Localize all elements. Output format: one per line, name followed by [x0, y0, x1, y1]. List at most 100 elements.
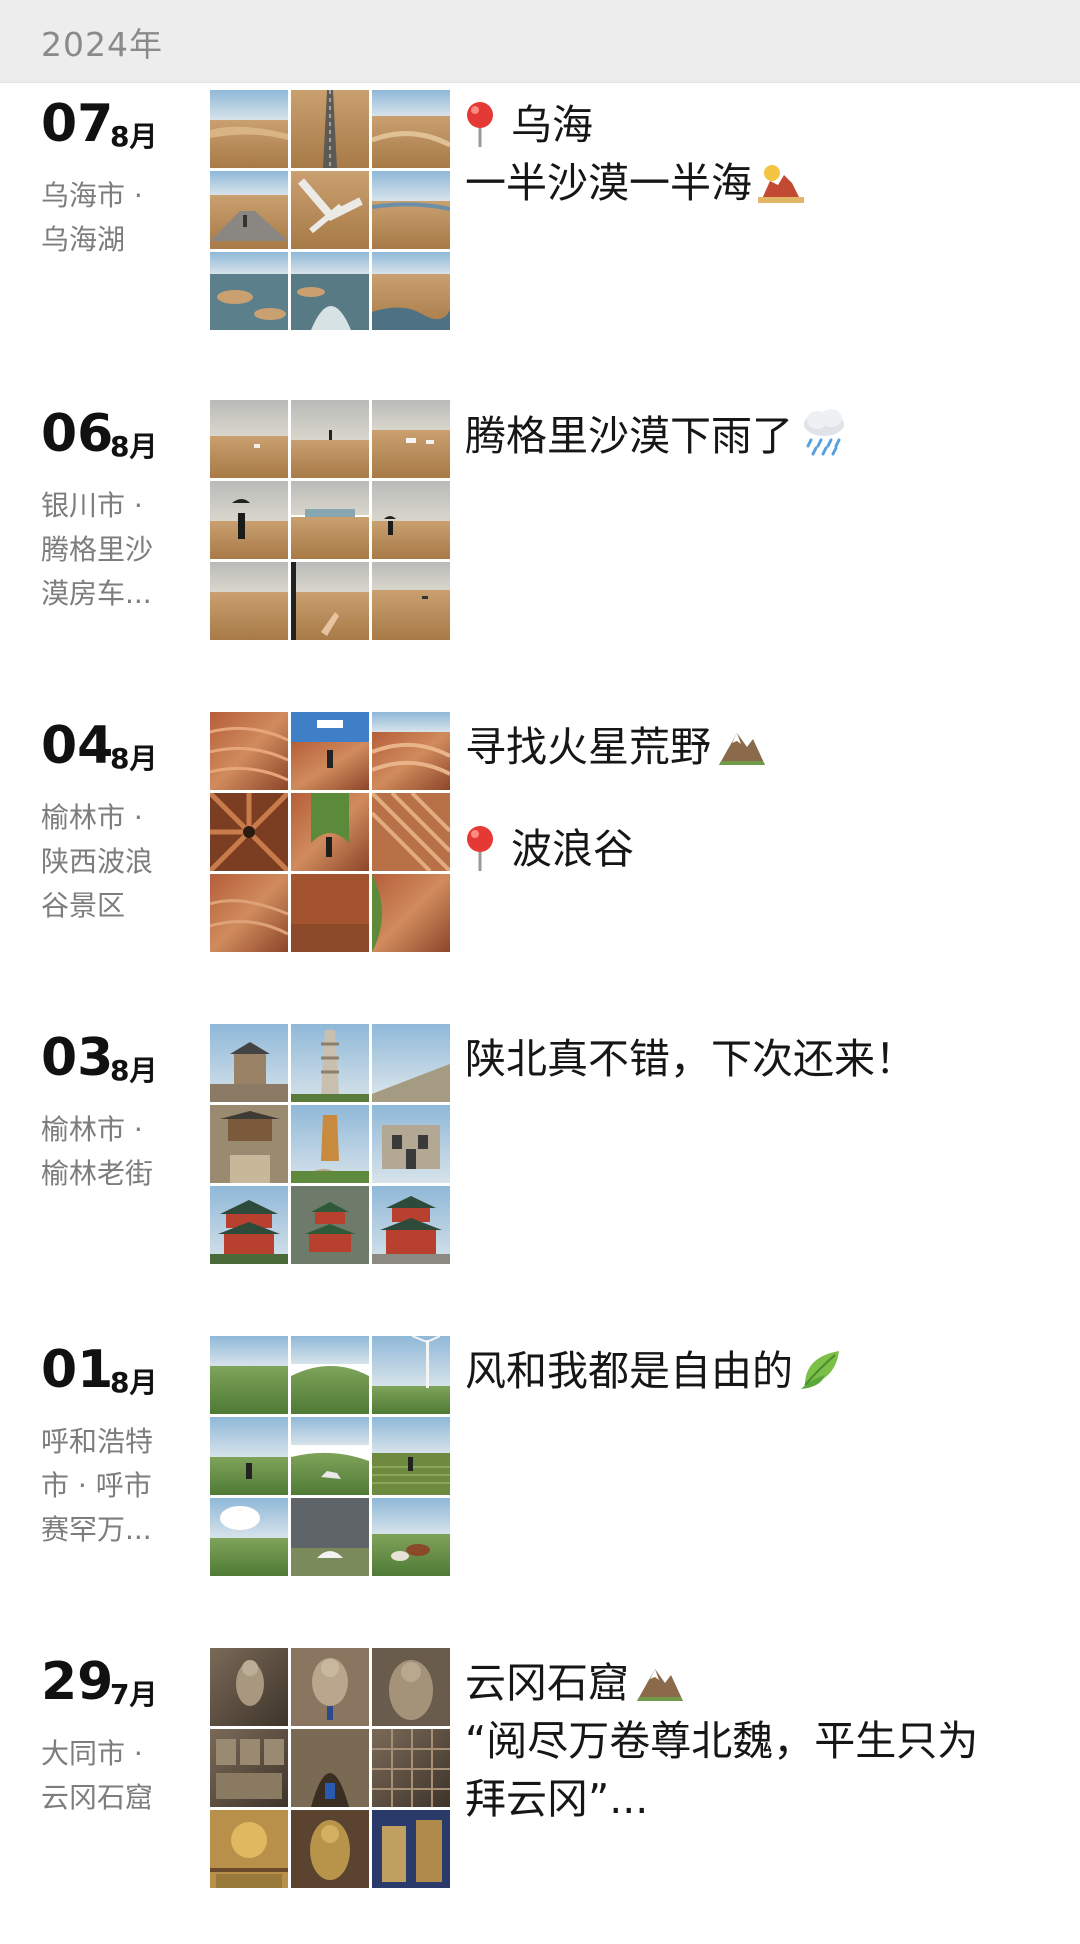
entry-caption: 云冈石窟 “阅尽万卷尊北魏，平生只为 拜云冈”...	[465, 1654, 1045, 1828]
photo-thumbnail[interactable]	[291, 252, 369, 330]
photo-thumbnail[interactable]	[210, 1810, 288, 1888]
photo-thumbnail[interactable]	[210, 252, 288, 330]
entry-day: 07	[41, 94, 114, 154]
photo-thumbnail[interactable]	[372, 793, 450, 871]
caption-quote-line-2: 拜云冈”...	[465, 1775, 649, 1823]
photo-thumbnail[interactable]	[372, 1186, 450, 1264]
photo-thumbnail[interactable]	[372, 1648, 450, 1726]
year-label: 2024年	[41, 25, 163, 64]
photo-thumbnail[interactable]	[291, 90, 369, 168]
entry-day: 04	[41, 716, 114, 776]
photo-thumbnail[interactable]	[291, 171, 369, 249]
map-pin-icon	[467, 826, 493, 871]
moment-entry[interactable]: 06 8月 银川市 · 腾格里沙漠房车... 腾格里沙漠下雨了	[0, 400, 1080, 696]
photo-thumbnail[interactable]	[210, 481, 288, 559]
photo-thumbnail[interactable]	[291, 1417, 369, 1495]
photo-thumbnail[interactable]	[210, 793, 288, 871]
photo-thumbnail[interactable]	[210, 562, 288, 640]
rain-cloud-icon	[804, 409, 844, 456]
photo-grid[interactable]	[210, 1648, 450, 1888]
photo-thumbnail[interactable]	[291, 1186, 369, 1264]
photo-grid[interactable]	[210, 90, 450, 330]
moment-entry[interactable]: 29 7月 大同市 · 云冈石窟 云冈石窟 “阅尽万卷尊北魏，平生只为 拜云冈”…	[0, 1648, 1080, 1944]
photo-thumbnail[interactable]	[291, 1729, 369, 1807]
photo-thumbnail[interactable]	[372, 1417, 450, 1495]
caption-text: 云冈石窟	[465, 1659, 629, 1707]
moment-entry[interactable]: 01 8月 呼和浩特市 · 呼市赛罕万... 风和我都是自由的	[0, 1336, 1080, 1632]
entry-location: 银川市 · 腾格里沙漠房车...	[41, 489, 154, 610]
moment-entry[interactable]: 07 8月 乌海市 · 乌海湖 乌海 一半沙漠一半海	[0, 90, 1080, 386]
photo-thumbnail[interactable]	[210, 1186, 288, 1264]
entry-caption: 风和我都是自由的	[465, 1342, 1045, 1400]
moment-entry[interactable]: 04 8月 榆林市 · 陕西波浪谷景区 寻找火星荒野 波浪谷	[0, 712, 1080, 1008]
photo-thumbnail[interactable]	[291, 1105, 369, 1183]
photo-thumbnail[interactable]	[372, 1810, 450, 1888]
desert-island-icon	[758, 165, 804, 203]
photo-thumbnail[interactable]	[210, 90, 288, 168]
entry-month: 8月	[110, 1366, 158, 1399]
photo-thumbnail[interactable]	[210, 1498, 288, 1576]
entry-caption: 陕北真不错，下次还来！	[465, 1030, 1045, 1088]
entry-caption: 乌海 一半沙漠一半海	[465, 96, 1045, 212]
entry-month: 8月	[110, 430, 158, 463]
photo-thumbnail[interactable]	[372, 1498, 450, 1576]
photo-thumbnail[interactable]	[372, 1105, 450, 1183]
entry-month: 8月	[110, 120, 158, 153]
photo-thumbnail[interactable]	[210, 1105, 288, 1183]
photo-thumbnail[interactable]	[291, 712, 369, 790]
photo-thumbnail[interactable]	[210, 1336, 288, 1414]
photo-grid[interactable]	[210, 1336, 450, 1576]
mountain-icon	[637, 1669, 683, 1701]
photo-thumbnail[interactable]	[210, 712, 288, 790]
entry-location: 乌海市 · 乌海湖	[41, 179, 143, 256]
location-tag-text: 波浪谷	[511, 825, 634, 873]
year-header: 2024年	[0, 0, 1080, 83]
entry-day: 03	[41, 1028, 114, 1088]
photo-thumbnail[interactable]	[291, 562, 369, 640]
photo-thumbnail[interactable]	[210, 1648, 288, 1726]
photo-thumbnail[interactable]	[291, 400, 369, 478]
photo-thumbnail[interactable]	[210, 1024, 288, 1102]
moment-entry[interactable]: 03 8月 榆林市 · 榆林老街 陕北真不错，下次还来！	[0, 1024, 1080, 1320]
location-tag[interactable]: 波浪谷	[465, 820, 1045, 878]
photo-thumbnail[interactable]	[291, 1024, 369, 1102]
photo-thumbnail[interactable]	[210, 171, 288, 249]
photo-thumbnail[interactable]	[372, 171, 450, 249]
photo-thumbnail[interactable]	[372, 252, 450, 330]
photo-thumbnail[interactable]	[372, 90, 450, 168]
photo-thumbnail[interactable]	[372, 712, 450, 790]
photo-thumbnail[interactable]	[210, 1417, 288, 1495]
photo-grid[interactable]	[210, 712, 450, 952]
leaf-icon	[801, 1351, 839, 1389]
photo-thumbnail[interactable]	[291, 481, 369, 559]
photo-thumbnail[interactable]	[372, 1336, 450, 1414]
photo-thumbnail[interactable]	[291, 874, 369, 952]
entry-day: 29	[41, 1652, 114, 1712]
photo-thumbnail[interactable]	[372, 1729, 450, 1807]
photo-grid[interactable]	[210, 1024, 450, 1264]
photo-thumbnail[interactable]	[372, 874, 450, 952]
photo-thumbnail[interactable]	[210, 874, 288, 952]
photo-thumbnail[interactable]	[291, 793, 369, 871]
caption-text: 一半沙漠一半海	[465, 159, 752, 207]
photo-thumbnail[interactable]	[291, 1648, 369, 1726]
location-tag[interactable]: 乌海	[465, 96, 1045, 154]
entry-caption: 寻找火星荒野 波浪谷	[465, 718, 1045, 878]
photo-thumbnail[interactable]	[291, 1336, 369, 1414]
location-tag-text: 乌海	[511, 101, 593, 149]
photo-thumbnail[interactable]	[291, 1810, 369, 1888]
caption-quote-line-1: “阅尽万卷尊北魏，平生只为	[465, 1717, 979, 1765]
entry-month: 8月	[110, 1054, 158, 1087]
photo-thumbnail[interactable]	[372, 400, 450, 478]
photo-thumbnail[interactable]	[291, 1498, 369, 1576]
photo-thumbnail[interactable]	[372, 562, 450, 640]
photo-thumbnail[interactable]	[210, 1729, 288, 1807]
photo-thumbnail[interactable]	[210, 400, 288, 478]
photo-grid[interactable]	[210, 400, 450, 640]
entry-location: 大同市 · 云冈石窟	[41, 1737, 154, 1814]
caption-text: 陕北真不错，下次还来！	[465, 1035, 916, 1083]
entry-location: 榆林市 · 陕西波浪谷景区	[41, 801, 154, 922]
caption-text: 风和我都是自由的	[465, 1347, 793, 1395]
photo-thumbnail[interactable]	[372, 1024, 450, 1102]
photo-thumbnail[interactable]	[372, 481, 450, 559]
